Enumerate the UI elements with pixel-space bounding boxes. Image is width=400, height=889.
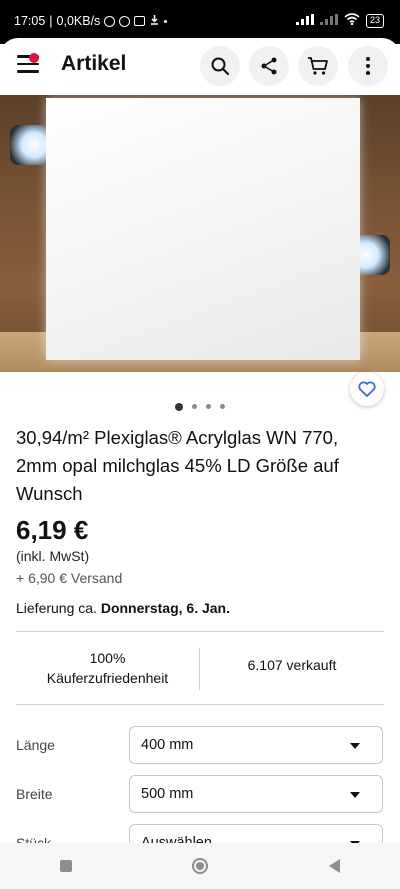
system-nav-bar (0, 843, 400, 889)
status-network-speed: 0,0KB/s (56, 14, 101, 28)
more-notifications-icon (164, 19, 168, 23)
search-icon (211, 57, 230, 76)
status-time: 17:05 (14, 14, 46, 28)
divider (16, 704, 384, 705)
item-price: 6,19 € (16, 515, 89, 545)
image-carousel-indicator[interactable] (0, 402, 400, 411)
chat-icon (119, 15, 131, 27)
feedback-label: Käuferzufriedenheit (46, 670, 169, 686)
delivery-prefix: Lieferung ca. (16, 600, 101, 616)
more-options-button[interactable] (348, 46, 388, 86)
chevron-down-icon (350, 792, 360, 798)
shipping-cost: + 6,90 € Versand (16, 570, 123, 586)
variation-label-length: Länge (16, 737, 55, 753)
product-image[interactable] (0, 95, 400, 372)
carousel-dot[interactable] (192, 404, 197, 409)
sold-count: 6.107 verkauft (247, 657, 337, 673)
signal-icon (295, 13, 314, 28)
heart-icon (358, 381, 376, 397)
watch-button[interactable] (350, 372, 384, 406)
feedback-percent: 100% (89, 650, 126, 666)
chevron-down-icon (350, 743, 360, 749)
carousel-dot[interactable] (206, 404, 211, 409)
back-icon[interactable] (328, 859, 340, 873)
width-value: 500 mm (141, 786, 194, 802)
item-title: 30,94/m² Plexiglas® Acrylglas WN 770, 2m… (16, 427, 339, 504)
download-icon (149, 14, 160, 28)
notification-badge (29, 53, 39, 63)
recent-apps-icon[interactable] (60, 860, 73, 872)
seller-stats: 100% Käuferzufriedenheit 6.107 verkauft (16, 632, 384, 704)
delivery-date: Donnerstag, 6. Jan. (100, 600, 230, 616)
feedback-stat: 100% Käuferzufriedenheit (16, 648, 199, 688)
cart-icon (308, 57, 328, 75)
page-title: Artikel (61, 52, 127, 75)
width-select[interactable]: 500 mm (129, 775, 383, 813)
cart-button[interactable] (298, 46, 338, 86)
carousel-dot[interactable] (175, 402, 183, 411)
carousel-dot[interactable] (220, 404, 225, 409)
more-icon (366, 57, 370, 75)
alarm-icon (104, 15, 116, 27)
search-button[interactable] (200, 46, 240, 86)
acrylic-panel (46, 98, 360, 360)
share-button[interactable] (249, 46, 289, 86)
variation-label-width: Breite (16, 786, 53, 802)
app-frame: Artikel 30,94/m² Plexiglas® Acrylglas WN… (0, 38, 400, 889)
length-select[interactable]: 400 mm (129, 726, 383, 764)
vat-note: (inkl. MwSt) (16, 548, 90, 564)
delivery-estimate: Lieferung ca. Donnerstag, 6. Jan. (16, 600, 230, 616)
battery-indicator: 23 (365, 13, 384, 28)
wifi-icon (344, 13, 360, 28)
app-bar: Artikel (0, 38, 400, 94)
length-value: 400 mm (141, 737, 194, 753)
lamp-left (10, 125, 50, 165)
share-icon (261, 57, 277, 75)
signal-secondary-icon (319, 13, 338, 28)
home-icon[interactable] (192, 858, 209, 874)
notification-icon (134, 16, 146, 26)
